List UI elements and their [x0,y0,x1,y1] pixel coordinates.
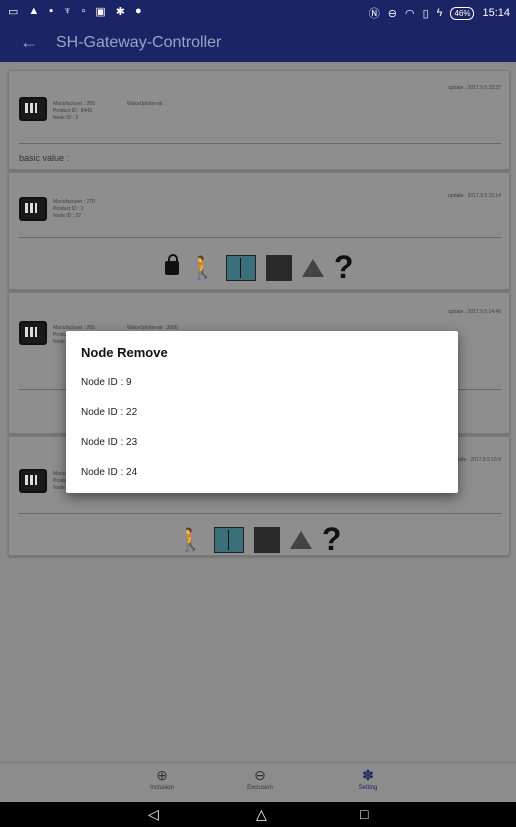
nav-label: Exclusion [247,785,273,791]
basic-value: basic value : [19,153,70,163]
clock: 15:14 [482,7,510,19]
nav-label: Setting [358,785,378,791]
node-option[interactable]: Node ID : 24 [81,467,137,478]
burglar-icon [253,526,280,553]
lock-icon [164,253,179,275]
device-icon [19,197,47,221]
burglar-icon [265,254,292,281]
plus-circle-icon: ⊕ [156,767,168,783]
image-icon: ▪ [49,5,54,17]
sensor-icons: 🚶 ? [9,249,509,286]
home-icon[interactable]: △ [256,806,267,823]
minus-circle-icon: ⊖ [254,767,266,783]
divider [19,237,501,238]
wifi-icon: ◠ [404,7,415,20]
alert-icon [301,258,324,277]
unknown-icon: ? [333,249,354,285]
device-icon [19,97,47,121]
nav-label: Inclusion [150,785,174,791]
node-option[interactable]: Node ID : 22 [81,407,137,418]
nav-exclusion[interactable]: ⊖ Exclusion [220,767,300,791]
usb-icon: ♆ [63,5,72,17]
nav-setting[interactable]: ✽ Setting [328,767,408,791]
device-icon [19,469,47,493]
node-remove-dialog: Node Remove Node ID : 9 Node ID : 22 Nod… [66,331,458,493]
device-icon [19,321,47,345]
device-info: Manufacturer : 265 Product ID : 8449 Nod… [53,101,95,121]
bottom-nav: ⊕ Inclusion ⊖ Exclusion ✽ Setting [0,762,516,803]
update-time: update : 2017.9.5 15:9 [450,457,501,463]
dialog-title: Node Remove [81,345,168,360]
nfc-icon: Ⓝ [368,8,380,20]
charging-icon: ϟ [436,7,443,19]
page-title: SH-Gateway-Controller [56,34,222,51]
device-card[interactable]: Manufacturer : 270 Product ID : 2 Node I… [8,172,510,290]
node-option[interactable]: Node ID : 23 [81,437,137,448]
door-icon [213,526,244,553]
system-nav-bar: ◁ △ □ [0,802,516,827]
update-time: update : 2017.9.5 15:14 [448,193,501,199]
system-icons: Ⓝ ⊖ ◠ ▯ ϟ 46% 15:14 [369,5,510,21]
gear-icon: ✽ [362,767,374,783]
device-info: Manufacturer : 270 Product ID : 2 Node I… [53,199,95,219]
door-icon [225,254,256,281]
notification-icons: ▭ ▲ ▪ ♆ ▫ ▣ ✱ ● [8,5,142,18]
back-arrow-icon[interactable]: ← [20,32,38,53]
android-icon: ● [134,5,142,17]
dnd-icon: ⊖ [387,7,397,20]
device-card[interactable]: Manufacturer : 265 Product ID : 8449 Nod… [8,70,510,170]
unknown-icon: ? [321,521,342,557]
sim-icon: ▯ [422,7,429,20]
alert-icon [289,530,312,549]
app-bar: ← SH-Gateway-Controller [0,24,516,62]
file-icon: ▫ [81,5,86,17]
sensor-icons: 🚶 ? [9,521,509,558]
update-time: update : 2017.9.5 22:37 [448,85,501,91]
folder-icon: ▭ [8,6,19,18]
node-option[interactable]: Node ID : 9 [81,377,132,388]
nav-inclusion[interactable]: ⊕ Inclusion [122,767,202,791]
update-time: update : 2017.9.5 14:49 [448,309,501,315]
battery-indicator: 46% [450,6,475,20]
calendar-icon: ▣ [95,6,106,18]
app-icon: ✱ [115,6,125,18]
wakeup-interval: WakeUpInterval : [127,101,166,107]
status-bar: ▭ ▲ ▪ ♆ ▫ ▣ ✱ ● Ⓝ ⊖ ◠ ▯ ϟ 46% 15:14 [0,0,516,24]
warning-icon: ▲ [28,5,40,17]
divider [19,513,501,514]
motion-icon: 🚶 [176,526,204,552]
recent-apps-icon[interactable]: □ [360,806,368,822]
back-icon[interactable]: ◁ [148,806,159,823]
divider [19,143,501,144]
motion-icon: 🚶 [188,254,216,280]
